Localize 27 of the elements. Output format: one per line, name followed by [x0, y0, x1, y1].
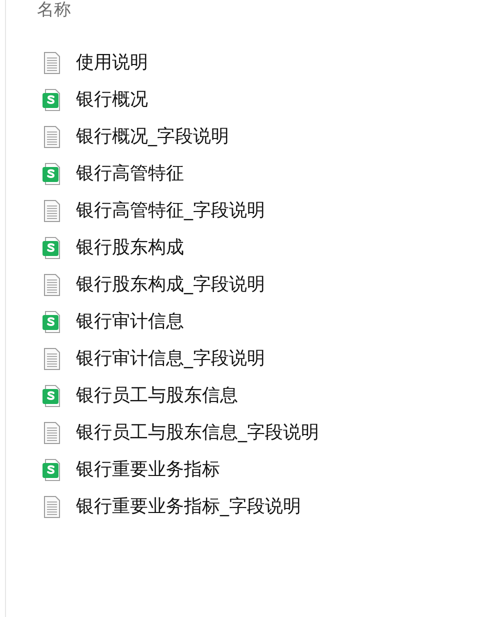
text-file-icon	[42, 272, 62, 296]
spreadsheet-file-icon	[42, 384, 62, 408]
text-file-icon	[42, 198, 62, 222]
file-name[interactable]: 银行股东构成	[76, 236, 184, 258]
file-name[interactable]: 银行高管特征_字段说明	[76, 200, 265, 222]
file-name[interactable]: 使用说明	[76, 52, 148, 74]
file-name[interactable]: 银行审计信息_字段说明	[76, 348, 265, 370]
text-file-icon	[42, 346, 62, 370]
text-file-icon	[42, 124, 62, 148]
file-name[interactable]: 银行员工与股东信息_字段说明	[76, 422, 319, 444]
spreadsheet-file-icon	[42, 458, 62, 482]
column-header[interactable]: 名称	[37, 1, 71, 19]
file-name[interactable]: 银行审计信息	[76, 310, 184, 332]
spreadsheet-file-icon	[42, 162, 62, 186]
file-name[interactable]: 银行重要业务指标	[76, 458, 220, 480]
text-file-icon	[42, 50, 62, 74]
text-file-icon	[42, 420, 62, 444]
spreadsheet-file-icon	[42, 236, 62, 260]
file-name[interactable]: 银行概况	[76, 88, 148, 110]
spreadsheet-file-icon	[42, 310, 62, 334]
file-name[interactable]: 银行高管特征	[76, 162, 184, 184]
text-file-icon	[42, 494, 62, 518]
spreadsheet-file-icon	[42, 88, 62, 112]
file-name[interactable]: 银行员工与股东信息	[76, 384, 238, 406]
file-name[interactable]: 银行股东构成_字段说明	[76, 274, 265, 296]
file-name[interactable]: 银行重要业务指标_字段说明	[76, 496, 301, 518]
file-name[interactable]: 银行概况_字段说明	[76, 126, 229, 148]
